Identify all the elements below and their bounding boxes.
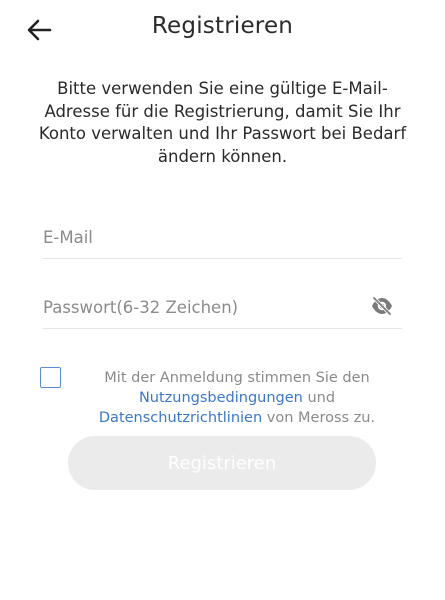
page-title: Registrieren [151,13,294,39]
terms-prefix: Mit der Anmeldung stimmen Sie den [104,370,370,386]
email-input[interactable] [43,222,343,252]
register-button[interactable]: Registrieren [68,436,376,490]
privacy-policy-link[interactable]: Datenschutzrichtlinien [99,410,262,426]
email-field [43,222,402,259]
terms-suffix: von Meross zu. [266,410,376,426]
header: Registrieren [0,0,445,60]
registration-description: Bitte verwenden Sie eine gültige E-Mail-… [38,79,407,166]
password-field [43,292,402,329]
terms-conjunction: und [307,390,336,406]
terms-text: Mit der Anmeldung stimmen Sie den Nutzun… [82,368,392,428]
terms-checkbox[interactable] [40,367,61,388]
password-input[interactable] [43,292,343,322]
terms-of-use-link[interactable]: Nutzungsbedingungen [139,390,303,406]
eye-off-icon[interactable] [370,295,394,317]
